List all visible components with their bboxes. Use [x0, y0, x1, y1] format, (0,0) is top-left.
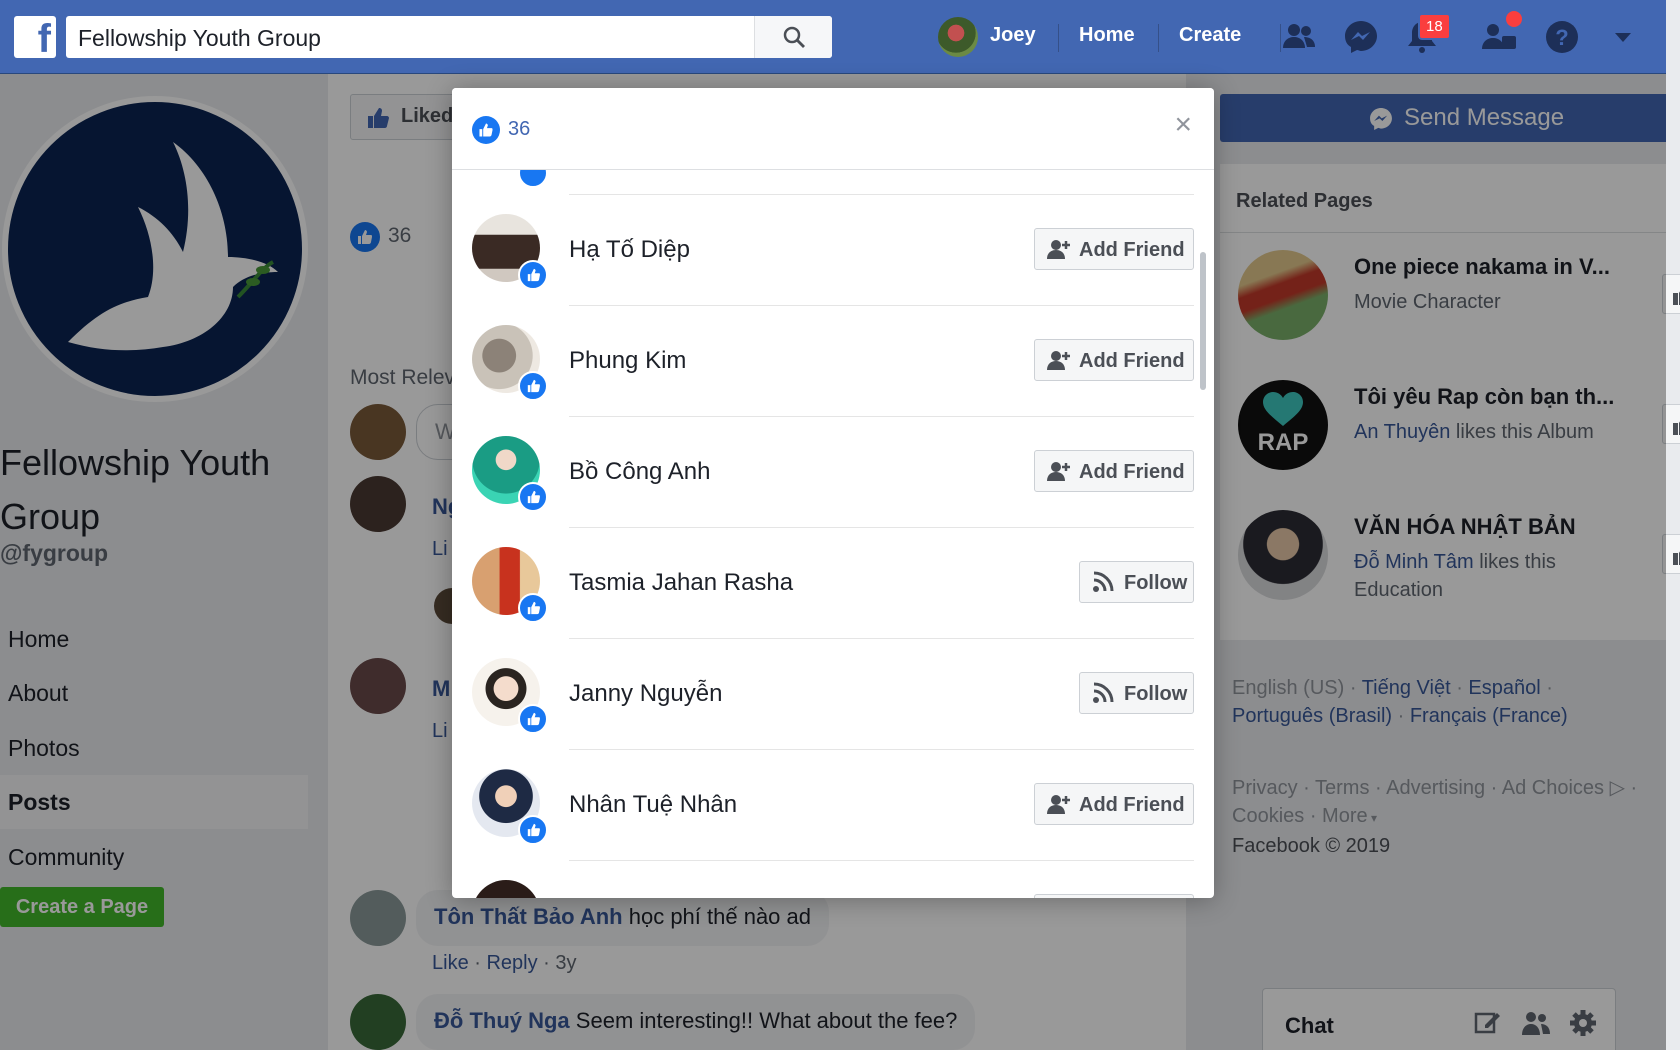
person-name[interactable]: Nhân Tuệ Nhân: [569, 791, 737, 819]
profile-link[interactable]: Joey: [990, 24, 1036, 47]
chevron-down-icon[interactable]: [1604, 18, 1642, 56]
reaction-person-row: [472, 860, 1194, 898]
thumbs-up-icon: [1673, 551, 1680, 565]
user-avatar[interactable]: [938, 17, 978, 57]
reaction-person-row: Phung Kim Add Friend: [472, 305, 1194, 416]
follow-button[interactable]: Follow: [1079, 672, 1194, 714]
row-divider: [569, 860, 1194, 861]
add-friend-icon: [1047, 795, 1070, 814]
add-friend-icon: [1047, 240, 1070, 259]
close-icon[interactable]: ×: [1174, 110, 1192, 140]
like-reaction-icon[interactable]: [472, 116, 500, 144]
row-divider: [569, 638, 1194, 639]
notification-dot: [1506, 11, 1522, 27]
row-divider: [569, 305, 1194, 306]
like-badge-icon: [518, 260, 548, 290]
row-divider: [569, 749, 1194, 750]
rss-follow-icon: [1093, 682, 1114, 703]
reactions-dialog: 36 × Hạ Tố Diệp Add Friend Phung Kim Add…: [452, 88, 1214, 898]
messenger-icon[interactable]: [1342, 18, 1380, 56]
add-friend-icon: [1047, 351, 1070, 370]
add-friend-button[interactable]: [1034, 894, 1194, 898]
add-friend-button[interactable]: Add Friend: [1034, 450, 1194, 492]
thumbs-up-icon: [1673, 421, 1680, 435]
reaction-person-row: Bồ Công Anh Add Friend: [472, 416, 1194, 527]
reaction-person-row: Tasmia Jahan Rasha Follow: [472, 527, 1194, 638]
facebook-logo[interactable]: f: [14, 16, 56, 61]
nav-divider: [1058, 24, 1059, 52]
search-button[interactable]: [754, 16, 832, 58]
person-name[interactable]: Hạ Tố Diệp: [569, 236, 690, 264]
row-divider: [569, 416, 1194, 417]
thumbs-up-icon: [1673, 291, 1680, 305]
search-input[interactable]: Fellowship Youth Group: [78, 25, 321, 52]
reaction-person-row: Hạ Tố Diệp Add Friend: [472, 194, 1194, 305]
help-icon[interactable]: ?: [1543, 18, 1581, 56]
add-friend-button[interactable]: Add Friend: [1034, 783, 1194, 825]
like-badge-icon: [518, 704, 548, 734]
add-friend-icon: [1047, 462, 1070, 481]
follow-button[interactable]: Follow: [1079, 561, 1194, 603]
friend-requests-icon[interactable]: [1280, 18, 1318, 56]
reaction-tab-count[interactable]: 36: [508, 118, 530, 141]
nav-divider: [1158, 24, 1159, 52]
top-navigation-bar: f Fellowship Youth Group Joey Home Creat…: [0, 0, 1666, 74]
like-badge-icon: [518, 482, 548, 512]
home-link[interactable]: Home: [1079, 24, 1135, 47]
reactions-dialog-header: 36 ×: [452, 88, 1214, 170]
person-name[interactable]: Bồ Công Anh: [569, 458, 710, 486]
person-name[interactable]: Tasmia Jahan Rasha: [569, 569, 793, 597]
like-badge-icon: [518, 593, 548, 623]
reaction-person-row: Nhân Tuệ Nhân Add Friend: [472, 749, 1194, 860]
row-divider: [569, 527, 1194, 528]
create-link[interactable]: Create: [1179, 24, 1241, 47]
add-friend-button[interactable]: Add Friend: [1034, 228, 1194, 270]
rss-follow-icon: [1093, 571, 1114, 592]
svg-text:?: ?: [1555, 25, 1568, 50]
row-divider: [569, 194, 1194, 195]
search-bar[interactable]: Fellowship Youth Group: [66, 16, 832, 58]
notification-badge: 18: [1418, 13, 1451, 40]
person-name[interactable]: Janny Nguyễn: [569, 680, 722, 708]
search-icon: [783, 26, 805, 48]
like-badge-icon: [518, 815, 548, 845]
add-friend-button[interactable]: Add Friend: [1034, 339, 1194, 381]
reaction-person-row: Janny Nguyễn Follow: [472, 638, 1194, 749]
like-badge-icon: [518, 371, 548, 401]
person-name[interactable]: Phung Kim: [569, 347, 686, 375]
scrollbar[interactable]: [1200, 252, 1206, 390]
person-avatar[interactable]: [472, 880, 540, 898]
